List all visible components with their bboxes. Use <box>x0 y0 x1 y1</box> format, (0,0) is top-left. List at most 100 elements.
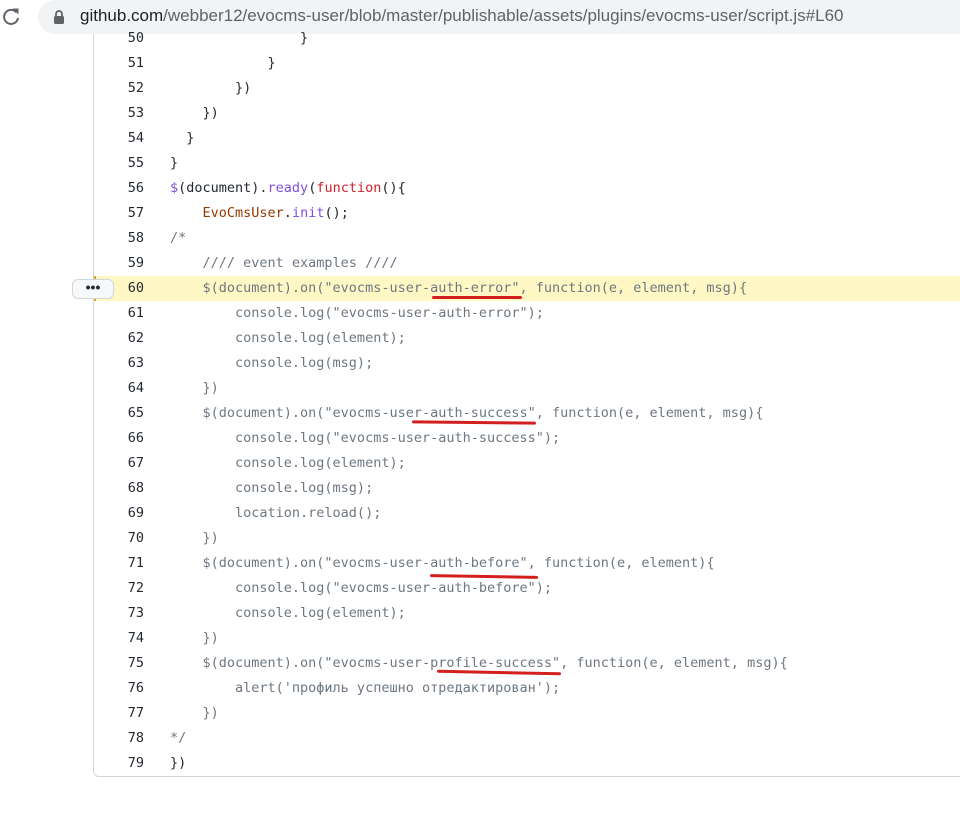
code-line: 56 $(document).ready(function(){ <box>94 176 960 201</box>
code-token: console.log("evocms-user-auth-success"); <box>170 430 561 446</box>
line-number[interactable]: 52 <box>94 76 144 101</box>
code-token: init <box>291 205 325 221</box>
code-line: 77 }) <box>94 701 960 726</box>
code-token: console.log(msg); <box>170 480 374 496</box>
code-token: }) <box>170 755 187 771</box>
code-token: (){ <box>381 180 406 196</box>
code-line: 64 }) <box>94 376 960 401</box>
code-token: }) <box>170 380 219 396</box>
line-number[interactable]: 79 <box>94 751 144 776</box>
code-line: 52 }) <box>94 76 960 101</box>
code-line: 58 /* <box>94 226 960 251</box>
line-number[interactable]: 78 <box>94 726 144 751</box>
code-line: 70 }) <box>94 526 960 551</box>
line-number[interactable]: 64 <box>94 376 144 401</box>
code-line: 76 alert('профиль успешно отредактирован… <box>94 676 960 701</box>
line-number[interactable]: 68 <box>94 476 144 501</box>
line-number[interactable]: 54 <box>94 126 144 151</box>
code-line: 50 } <box>94 26 960 51</box>
code-token: (document). <box>178 180 268 196</box>
line-code: } <box>170 51 276 76</box>
url-host: github.com <box>80 6 164 25</box>
line-number[interactable]: 67 <box>94 451 144 476</box>
line-number[interactable]: 61 <box>94 301 144 326</box>
line-code: console.log(msg); <box>170 476 373 501</box>
line-number[interactable]: 59 <box>94 251 144 276</box>
code-token: (); <box>324 205 349 221</box>
code-token: //// event examples //// <box>170 255 398 271</box>
line-number[interactable]: 53 <box>94 101 144 126</box>
code-line: 59 //// event examples //// <box>94 251 960 276</box>
code-token: }) <box>170 630 219 646</box>
code-line: 67 console.log(element); <box>94 451 960 476</box>
code-token: $(document).on("evocms-user-profile-succ… <box>170 655 788 671</box>
code-line: 68 console.log(msg); <box>94 476 960 501</box>
line-number[interactable]: 77 <box>94 701 144 726</box>
code-line: 71 $(document).on("evocms-user-auth-befo… <box>94 551 960 576</box>
line-code: $(document).ready(function(){ <box>170 176 406 201</box>
line-number[interactable]: 51 <box>94 51 144 76</box>
code-line: 79}) <box>94 751 960 776</box>
line-options-button[interactable]: ••• <box>72 279 114 299</box>
code-token: } <box>170 30 309 46</box>
line-number[interactable]: 50 <box>94 26 144 51</box>
code-line: 61 console.log("evocms-user-auth-error")… <box>94 301 960 326</box>
line-code: console.log(element); <box>170 326 406 351</box>
code-line: 55} <box>94 151 960 176</box>
code-token: EvoCmsUser <box>202 205 284 221</box>
line-number[interactable]: 55 <box>94 151 144 176</box>
code-token: $(document).on("evocms-user-auth-before"… <box>170 555 715 571</box>
code-token: */ <box>170 730 187 746</box>
code-line: 69 location.reload(); <box>94 501 960 526</box>
line-number[interactable]: 63 <box>94 351 144 376</box>
code-lines: 50 } 51 } 52 }) 53 }) 54 } 55} 56 $(document).r… <box>94 26 960 776</box>
line-number[interactable]: 76 <box>94 676 144 701</box>
line-code: console.log("evocms-user-auth-success"); <box>170 426 560 451</box>
line-code: console.log(msg); <box>170 351 373 376</box>
code-line: 51 } <box>94 51 960 76</box>
line-code: //// event examples //// <box>170 251 398 276</box>
line-number[interactable]: 75 <box>94 651 144 676</box>
code-line: 62 console.log(element); <box>94 326 960 351</box>
line-number[interactable]: 56 <box>94 176 144 201</box>
code-token: alert('профиль успешно отредактирован'); <box>170 680 561 696</box>
line-code: console.log("evocms-user-auth-before"); <box>170 576 552 601</box>
line-number[interactable]: 72 <box>94 576 144 601</box>
code-line: 66 console.log("evocms-user-auth-success… <box>94 426 960 451</box>
code-token: } <box>170 155 179 171</box>
line-code: } <box>170 26 308 51</box>
line-number[interactable]: 58 <box>94 226 144 251</box>
code-token: console.log(element); <box>170 605 406 621</box>
code-line: 63 console.log(msg); <box>94 351 960 376</box>
code-token: function <box>316 180 382 196</box>
url-text[interactable]: github.com/webber12/evocms-user/blob/mas… <box>80 6 844 26</box>
line-number[interactable]: 65 <box>94 401 144 426</box>
line-number[interactable]: 57 <box>94 201 144 226</box>
line-code: }) <box>170 701 219 726</box>
reload-icon[interactable] <box>0 4 22 30</box>
line-number[interactable]: 66 <box>94 426 144 451</box>
line-number[interactable]: 70 <box>94 526 144 551</box>
code-line: 74 }) <box>94 626 960 651</box>
code-token: } <box>170 55 276 71</box>
line-number[interactable]: 73 <box>94 601 144 626</box>
line-number[interactable]: 74 <box>94 626 144 651</box>
line-number[interactable]: 62 <box>94 326 144 351</box>
code-token: . <box>283 205 292 221</box>
code-token: }) <box>170 530 219 546</box>
annotation-underline-auth-error <box>432 296 522 299</box>
code-token: console.log("evocms-user-auth-error"); <box>170 305 544 321</box>
line-code: */ <box>170 726 186 751</box>
code-line: 60 $(document).on("evocms-user-auth-erro… <box>94 276 960 301</box>
code-token: console.log(element); <box>170 330 406 346</box>
code-token: $(document).on("evocms-user-auth-error",… <box>170 280 748 296</box>
code-token: $ <box>170 180 179 196</box>
line-number[interactable]: 69 <box>94 501 144 526</box>
line-number[interactable]: 71 <box>94 551 144 576</box>
code-line: 57 EvoCmsUser.init(); <box>94 201 960 226</box>
line-code: /* <box>170 226 186 251</box>
url-path: /webber12/evocms-user/blob/master/publis… <box>163 6 844 25</box>
code-token: location.reload(); <box>170 505 382 521</box>
line-code: $(document).on("evocms-user-auth-before"… <box>170 551 715 576</box>
